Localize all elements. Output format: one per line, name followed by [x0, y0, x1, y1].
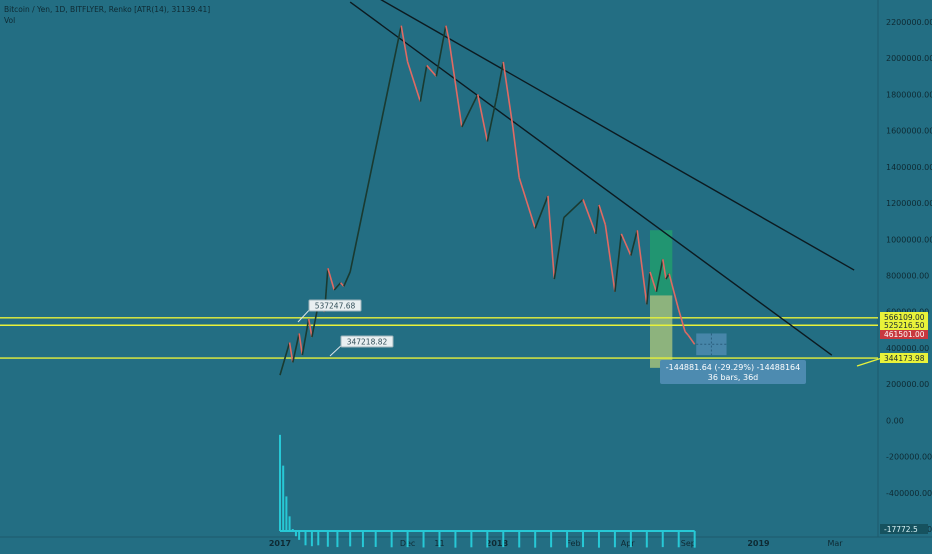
trendline	[380, 0, 855, 271]
x-tick-label: Feb	[566, 539, 580, 548]
y-tick-label: -200000.00	[886, 453, 932, 462]
y-tick-label: 1000000.00	[886, 235, 932, 244]
renko-down-segment	[547, 195, 556, 280]
measure-label-text: -144881.64 (-29.29%) -14488164	[666, 363, 800, 372]
renko-down-segment	[518, 177, 536, 229]
chart-canvas: 2200000.00 2000000.00 1800000.00 1600000.00…	[0, 0, 932, 550]
renko-chart: 2200000.00 2000000.00 1800000.00 1600000.00…	[0, 0, 932, 550]
renko-down-segment	[298, 333, 304, 356]
y-tick-label: 2000000.00	[886, 54, 932, 63]
chart-title: Bitcoin / Yen, 1D, BITFLYER, Renko [ATR(…	[4, 5, 211, 14]
x-tick-label: Mar	[827, 539, 843, 548]
loss-zone	[650, 295, 673, 368]
renko-down-segment	[582, 199, 597, 235]
volume-indicator-label: Vol	[4, 16, 16, 25]
price-tag-525216-text: 525216.50	[884, 321, 925, 330]
x-tick-label: 2017	[269, 539, 291, 548]
renko-up-segment	[563, 198, 584, 219]
renko-up-segment	[343, 271, 351, 287]
callout-537247-text: 537247.68	[315, 302, 356, 311]
y-tick-label: 2200000.00	[886, 18, 932, 27]
renko-up-segment	[301, 318, 310, 356]
renko-up-segment	[534, 195, 549, 229]
y-tick-label: 0.00	[886, 416, 904, 425]
y-tick-label: 400000.00	[886, 344, 929, 353]
renko-up-segment	[419, 65, 428, 102]
profit-zone	[650, 230, 673, 296]
y-tick-label: 1400000.00	[886, 163, 932, 172]
renko-up-segment	[461, 94, 479, 128]
renko-down-segment	[598, 204, 607, 226]
y-tick-label: 200000.00	[886, 380, 929, 389]
renko-down-segment	[677, 309, 686, 332]
renko-up-segment	[333, 282, 342, 291]
y-tick-label: 800000.00	[886, 272, 929, 281]
y-tick-label: 1800000.00	[886, 90, 932, 99]
measure-sub-text: 36 bars, 36d	[708, 373, 759, 382]
renko-down-segment	[684, 331, 689, 336]
renko-down-segment	[426, 64, 437, 77]
renko-up-segment	[349, 25, 402, 273]
x-tick-label: 2019	[747, 539, 770, 548]
renko-down-segment	[687, 334, 696, 345]
y-tick-label: -400000.00	[886, 489, 932, 498]
renko-up-segment	[614, 233, 623, 292]
renko-down-segment	[406, 61, 422, 102]
renko-down-segment	[288, 342, 294, 363]
renko-down-segment	[636, 230, 648, 305]
y-tick-label: 1200000.00	[886, 199, 932, 208]
x-tick-label: Apr	[621, 539, 636, 548]
price-tag-volume-text: -17772.5	[884, 525, 918, 534]
renko-down-segment	[307, 318, 313, 338]
price-tag-close-text: 461501.00	[884, 330, 925, 339]
renko-down-segment	[604, 224, 616, 292]
renko-up-segment	[553, 217, 565, 280]
x-tick-label: Sep	[681, 539, 696, 548]
price-tag-344173-text: 344173.98	[884, 354, 925, 363]
x-tick-label: 2018	[486, 539, 509, 548]
renko-down-segment	[512, 126, 521, 178]
callout-347218-text: 347218.82	[347, 338, 388, 347]
renko-down-segment	[620, 233, 632, 256]
renko-up-segment	[646, 271, 651, 305]
renko-up-segment	[594, 204, 600, 234]
trendline	[349, 1, 833, 356]
renko-up-segment	[279, 342, 291, 376]
renko-down-segment	[327, 268, 335, 291]
renko-down-segment	[448, 39, 463, 128]
y-tick-label: 1600000.00	[886, 127, 932, 136]
renko-up-segment	[630, 230, 639, 256]
